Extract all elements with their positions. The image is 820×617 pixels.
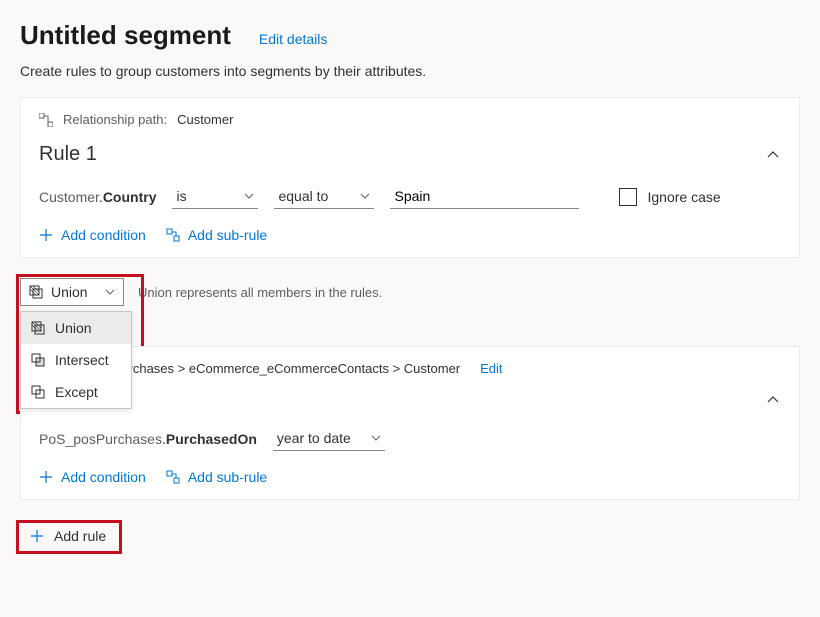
set-operator-label: Union	[51, 284, 88, 300]
add-sub-rule-button[interactable]: Add sub-rule	[166, 469, 267, 485]
operator-2-label: equal to	[278, 188, 328, 204]
rule-card-2: h: PoS_posPurchases > eCommerce_eCommerc…	[20, 346, 800, 500]
page-description: Create rules to group customers into seg…	[20, 63, 800, 79]
ignore-case-label: Ignore case	[647, 189, 720, 205]
chevron-down-icon	[244, 191, 254, 201]
rule-1-title: Rule 1	[39, 143, 97, 166]
set-operator-select[interactable]: Union	[20, 278, 124, 306]
relationship-path-value: Customer	[177, 112, 233, 127]
union-icon	[31, 321, 45, 335]
operator-1-select[interactable]: is	[172, 184, 258, 209]
relationship-path-icon	[39, 113, 53, 127]
dropdown-option-label: Except	[55, 384, 98, 400]
relationship-path-label: Relationship path:	[63, 112, 167, 127]
add-sub-rule-label: Add sub-rule	[188, 469, 267, 485]
edit-details-link[interactable]: Edit details	[259, 31, 327, 47]
chevron-down-icon	[105, 287, 115, 297]
set-operator-dropdown: Union Intersect Except	[20, 311, 132, 409]
attribute-text: PoS_posPurchases.PurchasedOn	[39, 431, 257, 447]
chevron-down-icon	[360, 191, 370, 201]
chevron-down-icon	[371, 433, 381, 443]
add-condition-label: Add condition	[61, 469, 146, 485]
union-icon	[29, 285, 43, 299]
add-sub-rule-button[interactable]: Add sub-rule	[166, 227, 267, 243]
sub-rule-icon	[166, 228, 180, 242]
plus-icon	[39, 470, 53, 484]
dropdown-option-intersect[interactable]: Intersect	[21, 344, 131, 376]
dropdown-option-except[interactable]: Except	[21, 376, 131, 408]
rule-card-1: Relationship path: Customer Rule 1 Custo…	[20, 97, 800, 258]
operator-2-select[interactable]: equal to	[274, 184, 374, 209]
set-operator-description: Union represents all members in the rule…	[138, 285, 382, 300]
dropdown-option-union[interactable]: Union	[21, 312, 131, 344]
add-condition-button[interactable]: Add condition	[39, 227, 146, 243]
sub-rule-icon	[166, 470, 180, 484]
intersect-icon	[31, 353, 45, 367]
add-condition-label: Add condition	[61, 227, 146, 243]
add-rule-label: Add rule	[54, 528, 106, 544]
page-title: Untitled segment	[20, 20, 231, 51]
plus-icon	[30, 529, 44, 543]
plus-icon	[39, 228, 53, 242]
operator-1-label: is	[176, 188, 186, 204]
operator-1-label: year to date	[277, 430, 351, 446]
operator-1-select[interactable]: year to date	[273, 426, 385, 451]
add-sub-rule-label: Add sub-rule	[188, 227, 267, 243]
add-rule-button[interactable]: Add rule	[20, 524, 116, 548]
collapse-icon[interactable]	[765, 147, 781, 163]
relationship-path-edit-link[interactable]: Edit	[480, 361, 502, 376]
ignore-case-checkbox[interactable]	[619, 188, 637, 206]
except-icon	[31, 385, 45, 399]
attribute-text: Customer.Country	[39, 189, 156, 205]
dropdown-option-label: Union	[55, 320, 92, 336]
value-input[interactable]	[390, 184, 579, 209]
collapse-icon[interactable]	[765, 392, 781, 408]
add-condition-button[interactable]: Add condition	[39, 469, 146, 485]
dropdown-option-label: Intersect	[55, 352, 109, 368]
